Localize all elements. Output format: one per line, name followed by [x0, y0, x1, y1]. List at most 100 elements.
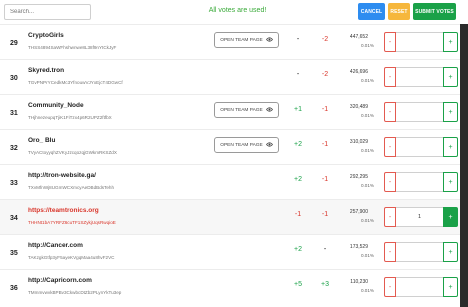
vote-count: 426,696: [349, 69, 368, 75]
scrollbar[interactable]: [460, 24, 468, 307]
vote-percentage: 0.01%: [360, 288, 374, 293]
representative-name: http://Capricorn.com: [28, 277, 92, 284]
rank-change-7d: -1: [321, 211, 329, 218]
toolbar: All votes are used! CANCEL RESET SUBMIT …: [0, 0, 468, 24]
vote-percentage: 0.01%: [360, 183, 374, 188]
vote-count: 292,295: [349, 174, 368, 180]
representative-name: Skyred.tron: [28, 67, 65, 74]
representative-address: TXvMfnWj8UGmWCXmcyAeDBdBdsTehh: [28, 185, 115, 190]
vote-count: 257,900: [349, 209, 368, 215]
decrement-vote-button[interactable]: -: [384, 207, 396, 227]
vote-stepper[interactable]: -+: [384, 67, 458, 87]
eye-icon: [265, 106, 273, 114]
search-input[interactable]: [4, 4, 91, 20]
vote-percentage: 0.01%: [360, 78, 374, 83]
table-row: 32 Oro_ Blu TVyACtoyyqhZVKyJzcqozqjGWkmRKS…: [0, 129, 460, 164]
vote-percentage: 0.01%: [360, 43, 374, 48]
open-team-page-label: OPEN TEAM PAGE: [220, 142, 263, 148]
open-team-page-label: OPEN TEAM PAGE: [220, 107, 263, 113]
vote-count: 310,029: [349, 139, 368, 145]
table-row: 30 Skyred.tron TGvPNPrYCedkMc3YfnouwVJYxEj…: [0, 59, 460, 94]
decrement-vote-button[interactable]: -: [384, 172, 396, 192]
table-row: 33 http://tron-website.ga/TXvMfnWj8UGmWCX…: [0, 164, 460, 199]
representative-address: TVyACtoyyqhZVKyJzcqozqjGWkmRKSZdX: [28, 150, 117, 155]
open-team-page-label: OPEN TEAM PAGE: [220, 37, 263, 43]
rank-change-24h: -1: [294, 211, 302, 218]
representative-name: Oro_ Blu: [28, 137, 56, 144]
representative-address: TAKzgkGtfp3yF5ayeKVgqMaa4u8hvF2VC: [28, 255, 115, 260]
rank-number: 32: [10, 145, 18, 152]
vote-stepper[interactable]: -+: [384, 277, 458, 297]
vote-amount-input[interactable]: [396, 207, 443, 227]
table-row: 31 Community_Node THjhnezeupqTjiK1FiTzx4p6…: [0, 94, 460, 129]
representative-name[interactable]: https://teamtronics.org: [28, 207, 99, 214]
vote-percentage: 0.01%: [360, 113, 374, 118]
vote-percentage: 0.01%: [360, 253, 374, 258]
rank-number: 33: [10, 180, 18, 187]
increment-vote-button[interactable]: +: [443, 137, 458, 157]
representative-name: http://tron-website.ga/: [28, 172, 96, 179]
vote-stepper[interactable]: -+: [384, 172, 458, 192]
increment-vote-button[interactable]: +: [443, 32, 458, 52]
decrement-vote-button[interactable]: -: [384, 137, 396, 157]
rank-number: 36: [10, 285, 18, 292]
increment-vote-button[interactable]: +: [443, 242, 458, 262]
rank-change-24h: +2: [294, 141, 302, 148]
representative-name: Community_Node: [28, 102, 84, 109]
eye-icon: [265, 36, 273, 44]
rank-change-7d: +3: [321, 281, 329, 288]
vote-amount-input[interactable]: [396, 277, 443, 297]
vote-count: 447,652: [349, 34, 368, 40]
rank-number: 29: [10, 40, 18, 47]
open-team-page-button[interactable]: OPEN TEAM PAGE: [214, 32, 279, 48]
decrement-vote-button[interactable]: -: [384, 242, 396, 262]
cancel-button[interactable]: CANCEL: [358, 3, 385, 20]
vote-amount-input[interactable]: [396, 172, 443, 192]
vote-amount-input[interactable]: [396, 67, 443, 87]
rank-number: 31: [10, 110, 18, 117]
decrement-vote-button[interactable]: -: [384, 32, 396, 52]
open-team-page-button[interactable]: OPEN TEAM PAGE: [214, 137, 279, 153]
table-row: 34 https://teamtronics.org THHNt1bA7YRFZ6c…: [0, 199, 460, 234]
increment-vote-button[interactable]: +: [443, 172, 458, 192]
vote-stepper[interactable]: -+: [384, 32, 458, 52]
rank-change-7d: -2: [321, 36, 329, 43]
rank-change-7d: -: [323, 246, 327, 253]
vote-amount-input[interactable]: [396, 32, 443, 52]
increment-vote-button[interactable]: +: [443, 102, 458, 122]
open-team-page-button[interactable]: OPEN TEAM PAGE: [214, 102, 279, 118]
vote-amount-input[interactable]: [396, 137, 443, 157]
rank-number: 35: [10, 250, 18, 257]
table-row: 29 CryptoGirls THSS4894SaWFhshwnwe8L38f9nY…: [0, 24, 460, 59]
vote-percentage: 0.01%: [360, 148, 374, 153]
representative-address: TGvPNPrYCedkMc3YfnouwVJYxEjcT4DGwCf: [28, 80, 123, 85]
vote-amount-input[interactable]: [396, 102, 443, 122]
rank-number: 34: [10, 215, 18, 222]
vote-stepper[interactable]: -+: [384, 102, 458, 122]
submit-votes-button[interactable]: SUBMIT VOTES: [413, 3, 456, 20]
rank-change-7d: -1: [321, 141, 329, 148]
vote-stepper[interactable]: -+: [384, 137, 458, 157]
vote-count: 173,529: [349, 244, 368, 250]
increment-vote-button[interactable]: +: [443, 67, 458, 87]
representative-name: CryptoGirls: [28, 32, 64, 39]
decrement-vote-button[interactable]: -: [384, 277, 396, 297]
rank-change-24h: -: [296, 36, 300, 43]
representative-address: THHNt1bA7YRFZ6cuTF1SZykjUqsRwqioE: [28, 220, 116, 225]
reset-button[interactable]: RESET: [388, 3, 410, 20]
vote-stepper[interactable]: -+: [384, 207, 458, 227]
decrement-vote-button[interactable]: -: [384, 67, 396, 87]
increment-vote-button[interactable]: +: [443, 207, 458, 227]
vote-stepper[interactable]: -+: [384, 242, 458, 262]
table-row: 35 http://Cancer.com TAKzgkGtfp3yF5ayeKVgq…: [0, 234, 460, 269]
decrement-vote-button[interactable]: -: [384, 102, 396, 122]
increment-vote-button[interactable]: +: [443, 277, 458, 297]
vote-count: 320,489: [349, 104, 368, 110]
representative-name: http://Cancer.com: [28, 242, 83, 249]
rank-change-24h: +2: [294, 176, 302, 183]
table-row: 36 http://Capricorn.com TMmmvwvkBPBv3Ckwbc…: [0, 269, 460, 304]
rank-change-24h: +2: [294, 246, 302, 253]
vote-amount-input[interactable]: [396, 242, 443, 262]
rank-change-24h: +1: [294, 106, 302, 113]
rank-change-24h: +5: [294, 281, 302, 288]
